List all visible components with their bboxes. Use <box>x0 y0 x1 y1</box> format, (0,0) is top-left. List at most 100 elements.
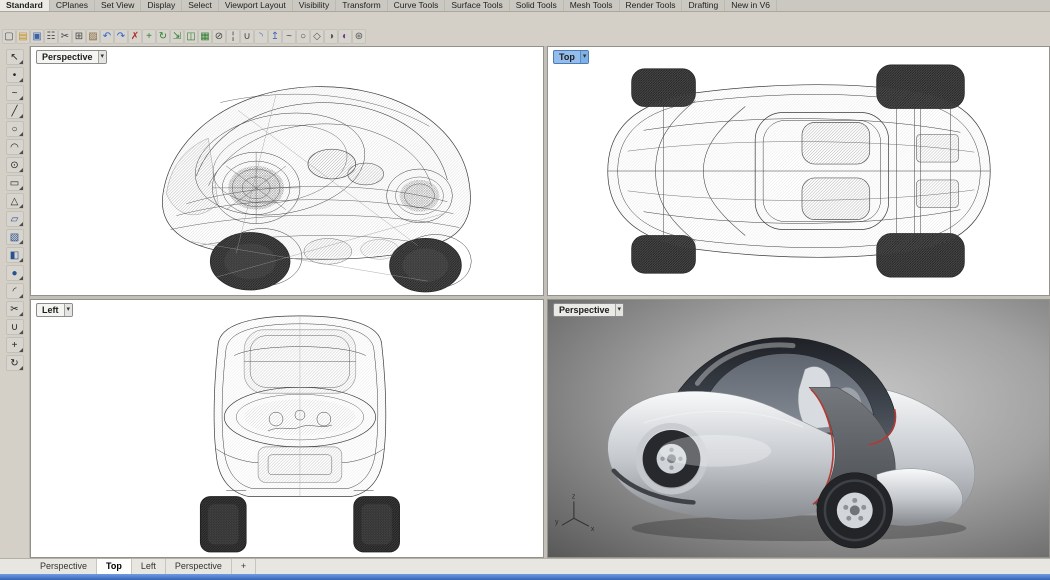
sidebar-tool-glyph: ● <box>11 268 17 279</box>
new-viewport-tab[interactable]: + <box>232 559 256 574</box>
circle-tool-icon[interactable]: ○ <box>6 121 24 137</box>
menu-tab-select[interactable]: Select <box>182 0 219 11</box>
sidebar-tool-glyph: ⊙ <box>10 160 18 171</box>
polygon-tool-icon[interactable]: △ <box>6 193 24 209</box>
rotate-tool-icon[interactable]: ↻ <box>6 355 24 371</box>
trim-icon[interactable]: ⊘ <box>212 29 226 44</box>
bottom-tab-label: Perspective <box>40 561 87 571</box>
chevron-down-icon[interactable]: ▾ <box>98 51 107 63</box>
fillet-tool-icon[interactable]: ◜ <box>6 283 24 299</box>
toolbar-icon-glyph: ↷ <box>115 30 127 44</box>
sidebar-tool-glyph: ~ <box>12 88 18 99</box>
box-tool-icon[interactable]: ▧ <box>6 229 24 245</box>
join-tool-icon[interactable]: ∪ <box>6 319 24 335</box>
menu-tab-label: Standard <box>6 0 43 10</box>
menu-tab-viewport-layout[interactable]: Viewport Layout <box>219 0 293 11</box>
viewport-title-dropdown[interactable]: Perspective ▾ <box>36 50 107 64</box>
surface-tool-icon[interactable]: ▱ <box>6 211 24 227</box>
viewport-title-dropdown[interactable]: Left ▾ <box>36 303 73 317</box>
redo-icon[interactable]: ↷ <box>114 29 128 44</box>
undo-icon[interactable]: ↶ <box>100 29 114 44</box>
rear-wheel-hub <box>850 505 860 515</box>
fillet-icon[interactable]: ◝ <box>254 29 268 44</box>
rendered-car-drawing: z x y <box>548 300 1049 557</box>
move-tool-icon[interactable]: + <box>6 337 24 353</box>
scale-icon[interactable]: ⇲ <box>170 29 184 44</box>
arc-tool-icon[interactable]: ◠ <box>6 139 24 155</box>
new-file-icon[interactable]: ▢ <box>2 29 16 44</box>
render-icon[interactable]: ◐ <box>338 29 352 44</box>
select-arrow-icon[interactable]: ↖ <box>6 49 24 65</box>
delete-icon[interactable]: ✗ <box>128 29 142 44</box>
polyline-tool-icon[interactable]: ╱ <box>6 103 24 119</box>
sphere-tool-icon[interactable]: ● <box>6 265 24 281</box>
bottom-tab-perspective-2[interactable]: Perspective <box>166 559 232 574</box>
viewport-title-dropdown[interactable]: Top ▾ <box>553 50 589 64</box>
menu-tab-new-in-v6[interactable]: New in V6 <box>725 0 777 11</box>
toolbar-icon-glyph: + <box>143 30 155 44</box>
curve-tool-icon[interactable]: ~ <box>282 29 296 44</box>
save-file-icon[interactable]: ▣ <box>30 29 44 44</box>
paste-icon[interactable]: ▨ <box>86 29 100 44</box>
array-icon[interactable]: ▦ <box>198 29 212 44</box>
menu-tab-surface-tools[interactable]: Surface Tools <box>445 0 509 11</box>
viewport-left[interactable]: Left ▾ <box>30 299 544 558</box>
sidebar-tool-glyph: ∪ <box>11 322 18 333</box>
bottom-tab-left[interactable]: Left <box>132 559 166 574</box>
sidebar-tool-glyph: △ <box>11 196 19 207</box>
menu-tab-standard[interactable]: Standard <box>0 0 50 11</box>
viewport-top[interactable]: Top ▾ <box>547 46 1050 296</box>
shaded-view-icon[interactable]: ◑ <box>324 29 338 44</box>
trim-tool-icon[interactable]: ✂ <box>6 301 24 317</box>
menu-tab-label: Transform <box>342 0 380 10</box>
menu-tab-label: Display <box>147 0 175 10</box>
menu-tab-drafting[interactable]: Drafting <box>682 0 725 11</box>
menu-tab-render-tools[interactable]: Render Tools <box>620 0 683 11</box>
chevron-down-icon[interactable]: ▾ <box>64 304 73 316</box>
menu-tab-display[interactable]: Display <box>141 0 182 11</box>
ellipse-tool-icon[interactable]: ⊙ <box>6 157 24 173</box>
cut-icon[interactable]: ✂ <box>58 29 72 44</box>
join-icon[interactable]: ∪ <box>240 29 254 44</box>
sidebar-tool-glyph: + <box>12 340 18 351</box>
bottom-tab-top[interactable]: Top <box>97 559 132 574</box>
viewport-perspective-rendered[interactable]: Perspective ▾ <box>547 299 1050 558</box>
menu-tab-set-view[interactable]: Set View <box>95 0 141 11</box>
circle-tool-icon[interactable]: ○ <box>296 29 310 44</box>
toolbar-icon-glyph: ◫ <box>185 30 197 44</box>
print-icon[interactable]: ☷ <box>44 29 58 44</box>
menu-tab-transform[interactable]: Transform <box>336 0 387 11</box>
bottom-tab-perspective-1[interactable]: Perspective <box>31 559 97 574</box>
open-file-icon[interactable]: ▤ <box>16 29 30 44</box>
split-icon[interactable]: ¦ <box>226 29 240 44</box>
extrude-icon[interactable]: ↥ <box>268 29 282 44</box>
menu-tab-cplanes[interactable]: CPlanes <box>50 0 95 11</box>
menu-tab-label: Viewport Layout <box>225 0 286 10</box>
freeform-curve-icon[interactable]: ~ <box>6 85 24 101</box>
chevron-down-icon[interactable]: ▾ <box>580 51 589 63</box>
mirror-icon[interactable]: ◫ <box>184 29 198 44</box>
toolbar-icon-glyph: ✂ <box>59 30 71 44</box>
viewport-perspective-wireframe[interactable]: Perspective ▾ <box>30 46 544 296</box>
chevron-down-icon[interactable]: ▾ <box>615 304 624 316</box>
menu-tab-label: Curve Tools <box>394 0 439 10</box>
menu-tab-label: CPlanes <box>56 0 88 10</box>
menu-tab-solid-tools[interactable]: Solid Tools <box>510 0 564 11</box>
seat-left <box>802 122 870 164</box>
menu-tab-mesh-tools[interactable]: Mesh Tools <box>564 0 620 11</box>
menu-tab-curve-tools[interactable]: Curve Tools <box>388 0 446 11</box>
flyout-indicator <box>19 276 23 280</box>
point-tool-icon[interactable]: • <box>6 67 24 83</box>
viewport-title-dropdown[interactable]: Perspective ▾ <box>553 303 624 317</box>
options-gear-icon[interactable]: ⊛ <box>352 29 366 44</box>
rotate-icon[interactable]: ↻ <box>156 29 170 44</box>
extrude-surface-icon[interactable]: ◧ <box>6 247 24 263</box>
move-icon[interactable]: + <box>142 29 156 44</box>
toolbar-icon-glyph: ▨ <box>87 30 99 44</box>
copy-icon[interactable]: ⊞ <box>72 29 86 44</box>
wireframe-view-icon[interactable]: ◇ <box>310 29 324 44</box>
toolbar-icon-glyph: ~ <box>283 30 295 44</box>
menu-tab-visibility[interactable]: Visibility <box>293 0 337 11</box>
rectangle-tool-icon[interactable]: ▭ <box>6 175 24 191</box>
menu-tab-label: New in V6 <box>731 0 770 10</box>
